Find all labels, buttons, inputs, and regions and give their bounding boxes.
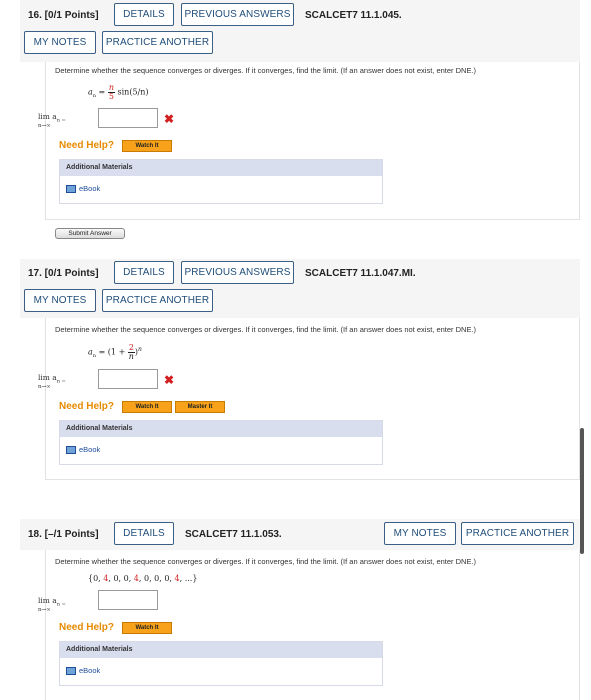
question-18-header: 18. [–/1 Points] DETAILS SCALCET7 11.1.0…: [20, 519, 580, 550]
formula-fraction: n 5: [107, 83, 115, 101]
practice-another-button[interactable]: PRACTICE ANOTHER: [461, 522, 574, 545]
ebook-label: eBook: [79, 184, 101, 193]
lim-eq: n =: [56, 601, 66, 608]
lim-text: lim a: [38, 112, 57, 121]
lim-text: lim a: [38, 373, 57, 382]
lim-eq: n =: [56, 117, 66, 124]
question-16-header: 16. [0/1 Points] DETAILS PREVIOUS ANSWER…: [20, 0, 580, 62]
formula-exponent: n: [138, 345, 142, 353]
question-17-formula: an = (1 + 2 n )n: [88, 344, 142, 361]
details-button[interactable]: DETAILS: [114, 261, 174, 284]
wrong-answer-icon: ✖: [164, 373, 175, 387]
question-16-title: 16. [0/1 Points]: [28, 10, 99, 21]
question-18-prompt: Determine whether the sequence converges…: [55, 557, 477, 566]
additional-materials-panel: Additional Materials eBook: [59, 420, 383, 465]
ebook-icon: [66, 184, 76, 193]
limit-label: lim an = n→∞: [38, 112, 66, 129]
formula-eq: =: [96, 87, 108, 97]
watch-it-button[interactable]: Watch It: [122, 401, 172, 413]
need-help-label: Need Help?: [59, 140, 115, 151]
seq-mid-2: , 0, 0, 0,: [138, 574, 175, 583]
vertical-scrollbar[interactable]: [580, 428, 584, 554]
question-16-formula: an = n 5 sin(5/n): [88, 84, 149, 101]
additional-materials-panel: Additional Materials eBook: [59, 641, 383, 686]
answer-input[interactable]: [98, 108, 158, 128]
ebook-icon: [66, 445, 76, 454]
my-notes-button[interactable]: MY NOTES: [384, 522, 456, 545]
additional-materials-title: Additional Materials: [60, 160, 382, 176]
formula-rest: sin(5/n): [114, 87, 149, 97]
ebook-link[interactable]: eBook: [66, 445, 100, 454]
question-16-reference: SCALCET7 11.1.045.: [305, 10, 402, 21]
need-help-label: Need Help?: [59, 622, 115, 633]
question-17-reference: SCALCET7 11.1.047.MI.: [305, 268, 416, 279]
question-18-reference: SCALCET7 11.1.053.: [185, 529, 282, 540]
answer-input[interactable]: [98, 590, 158, 610]
my-notes-button[interactable]: MY NOTES: [24, 31, 96, 54]
details-button[interactable]: DETAILS: [114, 522, 174, 545]
submit-answer-button[interactable]: Submit Answer: [55, 228, 125, 239]
previous-answers-button[interactable]: PREVIOUS ANSWERS: [181, 3, 294, 26]
formula-text: = (1 +: [98, 347, 128, 357]
additional-materials-panel: Additional Materials eBook: [59, 159, 383, 204]
need-help-label: Need Help?: [59, 401, 115, 412]
question-16-prompt: Determine whether the sequence converges…: [55, 66, 477, 75]
question-17-prompt: Determine whether the sequence converges…: [55, 325, 477, 334]
limit-label: lim an = n→∞: [38, 596, 66, 613]
lim-eq: n =: [56, 378, 66, 385]
question-17-title: 17. [0/1 Points]: [28, 268, 99, 279]
fraction-denominator: n: [128, 352, 134, 361]
wrong-answer-icon: ✖: [164, 112, 175, 126]
practice-another-button[interactable]: PRACTICE ANOTHER: [102, 31, 213, 54]
watch-it-button[interactable]: Watch It: [122, 140, 172, 152]
formula-sub: n: [92, 353, 97, 360]
seq-mid-1: , 0, 0,: [108, 574, 134, 583]
additional-materials-title: Additional Materials: [60, 642, 382, 658]
seq-close: , ...}: [179, 574, 198, 583]
fraction-numerator: n: [108, 83, 114, 92]
question-18-sequence: {0, 4, 0, 0, 4, 0, 0, 0, 4, ...}: [88, 574, 197, 583]
details-button[interactable]: DETAILS: [114, 3, 174, 26]
limit-label: lim an = n→∞: [38, 373, 66, 390]
watch-it-button[interactable]: Watch It: [122, 622, 172, 634]
ebook-link[interactable]: eBook: [66, 666, 100, 675]
ebook-icon: [66, 666, 76, 675]
master-it-button[interactable]: Master It: [175, 401, 225, 413]
ebook-label: eBook: [79, 666, 101, 675]
practice-another-button[interactable]: PRACTICE ANOTHER: [102, 289, 213, 312]
ebook-link[interactable]: eBook: [66, 184, 100, 193]
lim-text: lim a: [38, 596, 57, 605]
additional-materials-title: Additional Materials: [60, 421, 382, 437]
answer-input[interactable]: [98, 369, 158, 389]
my-notes-button[interactable]: MY NOTES: [24, 289, 96, 312]
previous-answers-button[interactable]: PREVIOUS ANSWERS: [181, 261, 294, 284]
fraction-denominator: 5: [108, 92, 114, 101]
formula-fraction: 2 n: [127, 344, 135, 361]
question-18-title: 18. [–/1 Points]: [28, 529, 99, 540]
question-17-header: 17. [0/1 Points] DETAILS PREVIOUS ANSWER…: [20, 259, 580, 318]
ebook-label: eBook: [79, 445, 101, 454]
seq-open: {0,: [88, 574, 104, 583]
